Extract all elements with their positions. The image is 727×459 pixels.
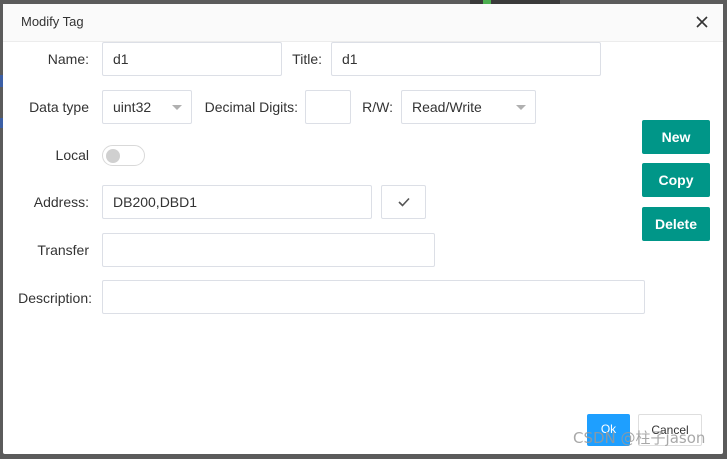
transfer-input[interactable] xyxy=(102,233,435,267)
datatype-label: Data type xyxy=(29,99,89,115)
verify-address-button[interactable] xyxy=(381,185,426,219)
close-icon[interactable] xyxy=(695,15,709,29)
local-toggle[interactable] xyxy=(102,145,145,166)
rw-select[interactable]: Read/Write xyxy=(401,90,536,124)
new-button[interactable]: New xyxy=(642,120,710,154)
rw-value: Read/Write xyxy=(412,99,482,115)
modify-tag-dialog: Modify Tag Name: d1 Title: d1 Data type … xyxy=(3,4,723,454)
decimal-digits-input[interactable] xyxy=(305,90,351,124)
datatype-select[interactable]: uint32 xyxy=(102,90,192,124)
chevron-down-icon xyxy=(172,105,182,110)
decimal-digits-label: Decimal Digits: xyxy=(204,99,298,115)
local-label: Local xyxy=(55,147,89,163)
toggle-knob xyxy=(106,149,120,163)
address-input[interactable]: DB200,DBD1 xyxy=(102,185,372,219)
copy-button[interactable]: Copy xyxy=(642,163,710,197)
transfer-label: Transfer xyxy=(37,242,89,258)
dialog-title: Modify Tag xyxy=(21,14,84,29)
address-label: Address: xyxy=(33,194,89,210)
title-input[interactable]: d1 xyxy=(331,42,601,76)
title-label: Title: xyxy=(292,51,322,67)
dialog-titlebar: Modify Tag xyxy=(3,4,723,42)
chevron-down-icon xyxy=(516,105,526,110)
description-input[interactable] xyxy=(102,280,645,314)
description-label: Description: xyxy=(18,290,92,306)
datatype-value: uint32 xyxy=(113,99,152,115)
rw-label: R/W: xyxy=(362,99,393,115)
check-icon xyxy=(398,197,410,207)
watermark: CSDN @柱子jason xyxy=(573,429,706,447)
name-input[interactable]: d1 xyxy=(102,42,282,76)
delete-button[interactable]: Delete xyxy=(642,207,710,241)
name-label: Name: xyxy=(47,51,89,67)
